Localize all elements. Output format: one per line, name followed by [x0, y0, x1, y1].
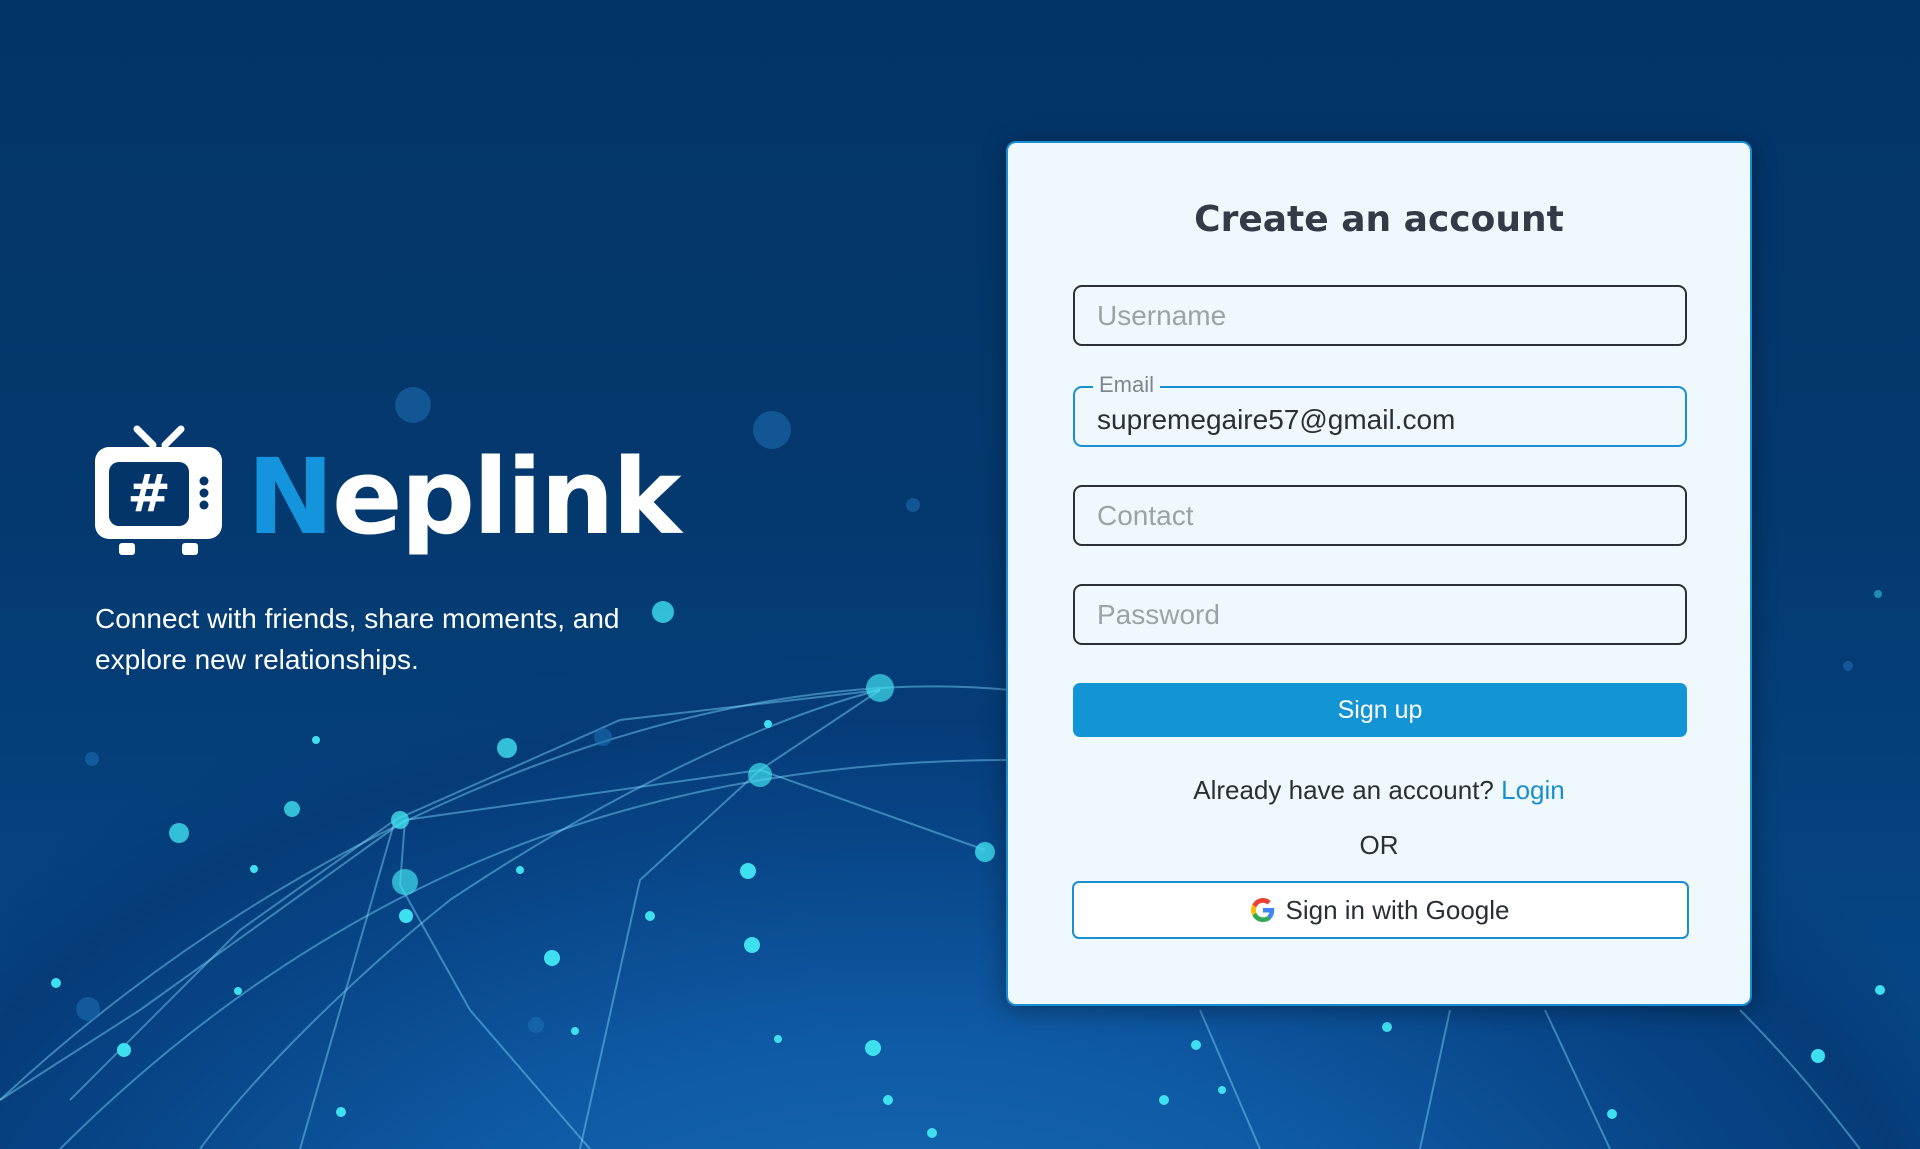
- brand-tagline: Connect with friends, share moments, and…: [95, 603, 620, 675]
- or-divider: OR: [1359, 830, 1399, 860]
- google-icon: [1251, 898, 1275, 922]
- brand-name: Neplink: [247, 436, 682, 558]
- signup-button[interactable]: Sign up: [1073, 683, 1687, 737]
- tv-logo-icon: #: [95, 425, 222, 555]
- form-title: Create an account: [1194, 199, 1564, 240]
- svg-text:#: #: [127, 464, 171, 524]
- login-prompt-text: Already have an account?: [1193, 775, 1494, 805]
- email-input[interactable]: [1075, 388, 1685, 445]
- username-field[interactable]: [1073, 285, 1687, 346]
- contact-field[interactable]: [1073, 485, 1687, 546]
- google-signin-label: Sign in with Google: [1285, 894, 1510, 925]
- google-signin-button[interactable]: Sign in with Google: [1072, 881, 1689, 939]
- signup-card: Create an account Email Sign up Already …: [1006, 141, 1752, 1006]
- brand-logo: # Neplink: [95, 425, 682, 565]
- password-field[interactable]: [1073, 584, 1687, 645]
- password-input[interactable]: [1075, 586, 1685, 643]
- email-field[interactable]: Email: [1073, 371, 1687, 447]
- contact-input[interactable]: [1075, 487, 1685, 544]
- username-input[interactable]: [1075, 287, 1685, 344]
- login-link[interactable]: Login: [1501, 775, 1565, 805]
- login-prompt: Already have an account? Login: [1008, 775, 1750, 806]
